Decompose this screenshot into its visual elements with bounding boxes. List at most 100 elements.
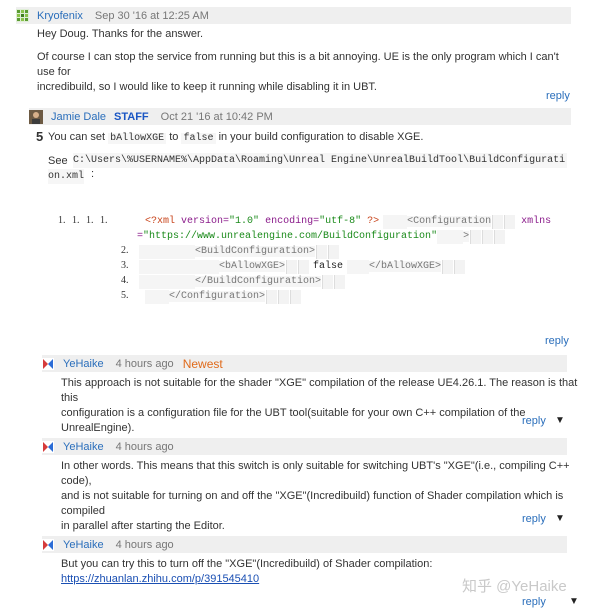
code-token: <bAllowXGE> [219, 261, 286, 272]
user-avatar[interactable] [42, 538, 54, 551]
watermark: 知乎 @YeHaike [462, 578, 567, 595]
user-avatar[interactable] [29, 109, 43, 124]
file-path-line: C:\Users\%USERNAME%\AppData\Roaming\Unre… [73, 155, 566, 166]
comment-text: But you can try this to turn off the "XG… [61, 557, 432, 572]
profile-photo-icon [29, 109, 43, 124]
collapse-arrow-icon[interactable]: ▼ [555, 415, 565, 426]
line-number: 1. 1. 1. 1. [58, 215, 108, 226]
code-token: <Configuration [407, 216, 492, 227]
comment-text: Hey Doug. Thanks for the answer. [37, 27, 203, 42]
whitespace-marker [278, 289, 290, 304]
line-number: 3. [121, 260, 129, 271]
answer-text-part: in your build configuration to disable X… [218, 131, 424, 143]
code-token: version= [181, 216, 230, 227]
code-line: <BuildConfiguration> [139, 244, 340, 259]
user-avatar[interactable] [16, 9, 29, 22]
collapse-arrow-icon[interactable]: ▼ [555, 513, 565, 524]
code-token: false [313, 261, 344, 272]
line-number: 2. [121, 245, 129, 256]
code-token: ?> [367, 216, 380, 227]
whitespace-marker [334, 274, 346, 289]
comment-line: incredibuild, so I would like to keep it… [37, 81, 377, 93]
comment-header: YeHaike 4 hours ago Newest [42, 355, 567, 372]
file-path-colon: : [91, 168, 95, 180]
comment-author[interactable]: YeHaike [63, 358, 104, 370]
answer-text: You can set bAllowXGE to false in your b… [48, 130, 423, 146]
code-token: </BuildConfiguration> [195, 276, 322, 287]
whitespace-marker [322, 274, 334, 289]
indent-space [437, 229, 464, 244]
answer-author[interactable]: Jamie Dale [51, 111, 106, 123]
comment-date: 4 hours ago [115, 538, 174, 551]
comment-header: Kryofenix Sep 30 '16 at 12:25 AM [16, 7, 571, 24]
line-number: 4. [121, 275, 129, 286]
code-token: <?xml [145, 216, 176, 227]
code-line: <bAllowXGE> false </bAllowXGE> [139, 259, 466, 274]
avatar-logo-icon [42, 440, 54, 453]
avatar-logo-icon [42, 357, 54, 370]
comment-author[interactable]: YeHaike [63, 441, 104, 453]
code-token: </bAllowXGE> [369, 261, 442, 272]
comment-date: Sep 30 '16 at 12:25 AM [94, 9, 209, 22]
avatar-logo-icon [42, 538, 54, 551]
comment-author[interactable]: YeHaike [63, 539, 104, 551]
user-avatar[interactable] [42, 357, 54, 370]
comment-line: in parallel after starting the Editor. [61, 520, 225, 532]
whitespace-marker [442, 259, 454, 274]
see-text: See [48, 155, 68, 167]
file-path-part: on.xml [48, 171, 85, 182]
whitespace-marker [492, 214, 504, 229]
comment-date: 4 hours ago [115, 357, 174, 370]
whitespace-marker [286, 259, 298, 274]
whitespace-marker [494, 229, 506, 244]
line-number: 5. [121, 290, 129, 301]
comment-text: In other words. This means that this swi… [61, 459, 581, 534]
whitespace-marker [316, 244, 328, 259]
code-token: "https://www.unrealengine.com/BuildConfi… [143, 231, 438, 242]
comment-author[interactable]: Kryofenix [37, 10, 83, 22]
whitespace-marker [504, 214, 516, 229]
whitespace-marker [470, 229, 482, 244]
indent-space [139, 274, 195, 289]
answer-date: Oct 21 '16 at 10:42 PM [160, 110, 273, 123]
code-token: </Configuration> [169, 291, 266, 302]
reply-link[interactable]: reply [522, 513, 546, 525]
comment-date: 4 hours ago [115, 440, 174, 453]
comment-line: Of course I can stop the service from ru… [37, 51, 559, 78]
reply-link[interactable]: reply [546, 90, 570, 102]
comment-line: Hey Doug. Thanks for the answer. [37, 28, 204, 40]
indent-space [145, 289, 169, 304]
newest-badge: Newest [182, 356, 223, 371]
whitespace-marker [298, 259, 310, 274]
user-avatar[interactable] [42, 440, 54, 453]
reply-link[interactable]: reply [522, 415, 546, 427]
comment-line: and is not suitable for turning on and o… [61, 490, 564, 517]
code-token: xmlns [521, 216, 552, 227]
indent-space [347, 259, 370, 274]
code-token: <BuildConfiguration> [195, 246, 316, 257]
reply-link[interactable]: reply [545, 335, 569, 347]
inline-code: bAllowXGE [108, 133, 167, 144]
comment-text: Of course I can stop the service from ru… [37, 50, 577, 95]
code-token: > [463, 231, 470, 242]
reply-link[interactable]: reply [522, 596, 546, 608]
inline-code: false [181, 133, 216, 144]
identicon-icon [16, 9, 29, 22]
whitespace-marker [454, 259, 466, 274]
indent-space [383, 214, 408, 229]
indent-space [139, 244, 195, 259]
comment-line: This approach is not suitable for the sh… [61, 377, 578, 404]
comment-header: YeHaike 4 hours ago [42, 438, 567, 455]
article-link[interactable]: https://zhuanlan.zhihu.com/p/391545410 [61, 572, 259, 587]
answer-text-part: You can set [48, 131, 106, 143]
file-path: C:\Users\%USERNAME%\AppData\Roaming\Unre… [73, 153, 567, 168]
comment-header: YeHaike 4 hours ago [42, 536, 567, 553]
code-token: "1.0" [229, 216, 260, 227]
code-token: encoding= [265, 216, 320, 227]
answer-text-part: to [169, 131, 179, 143]
collapse-arrow-icon[interactable]: ▼ [569, 596, 579, 607]
whitespace-marker [482, 229, 494, 244]
comment-text: This approach is not suitable for the sh… [61, 376, 581, 436]
code-line: = "https://www.unrealengine.com/BuildConf… [137, 229, 506, 244]
staff-badge: STAFF [114, 110, 149, 123]
